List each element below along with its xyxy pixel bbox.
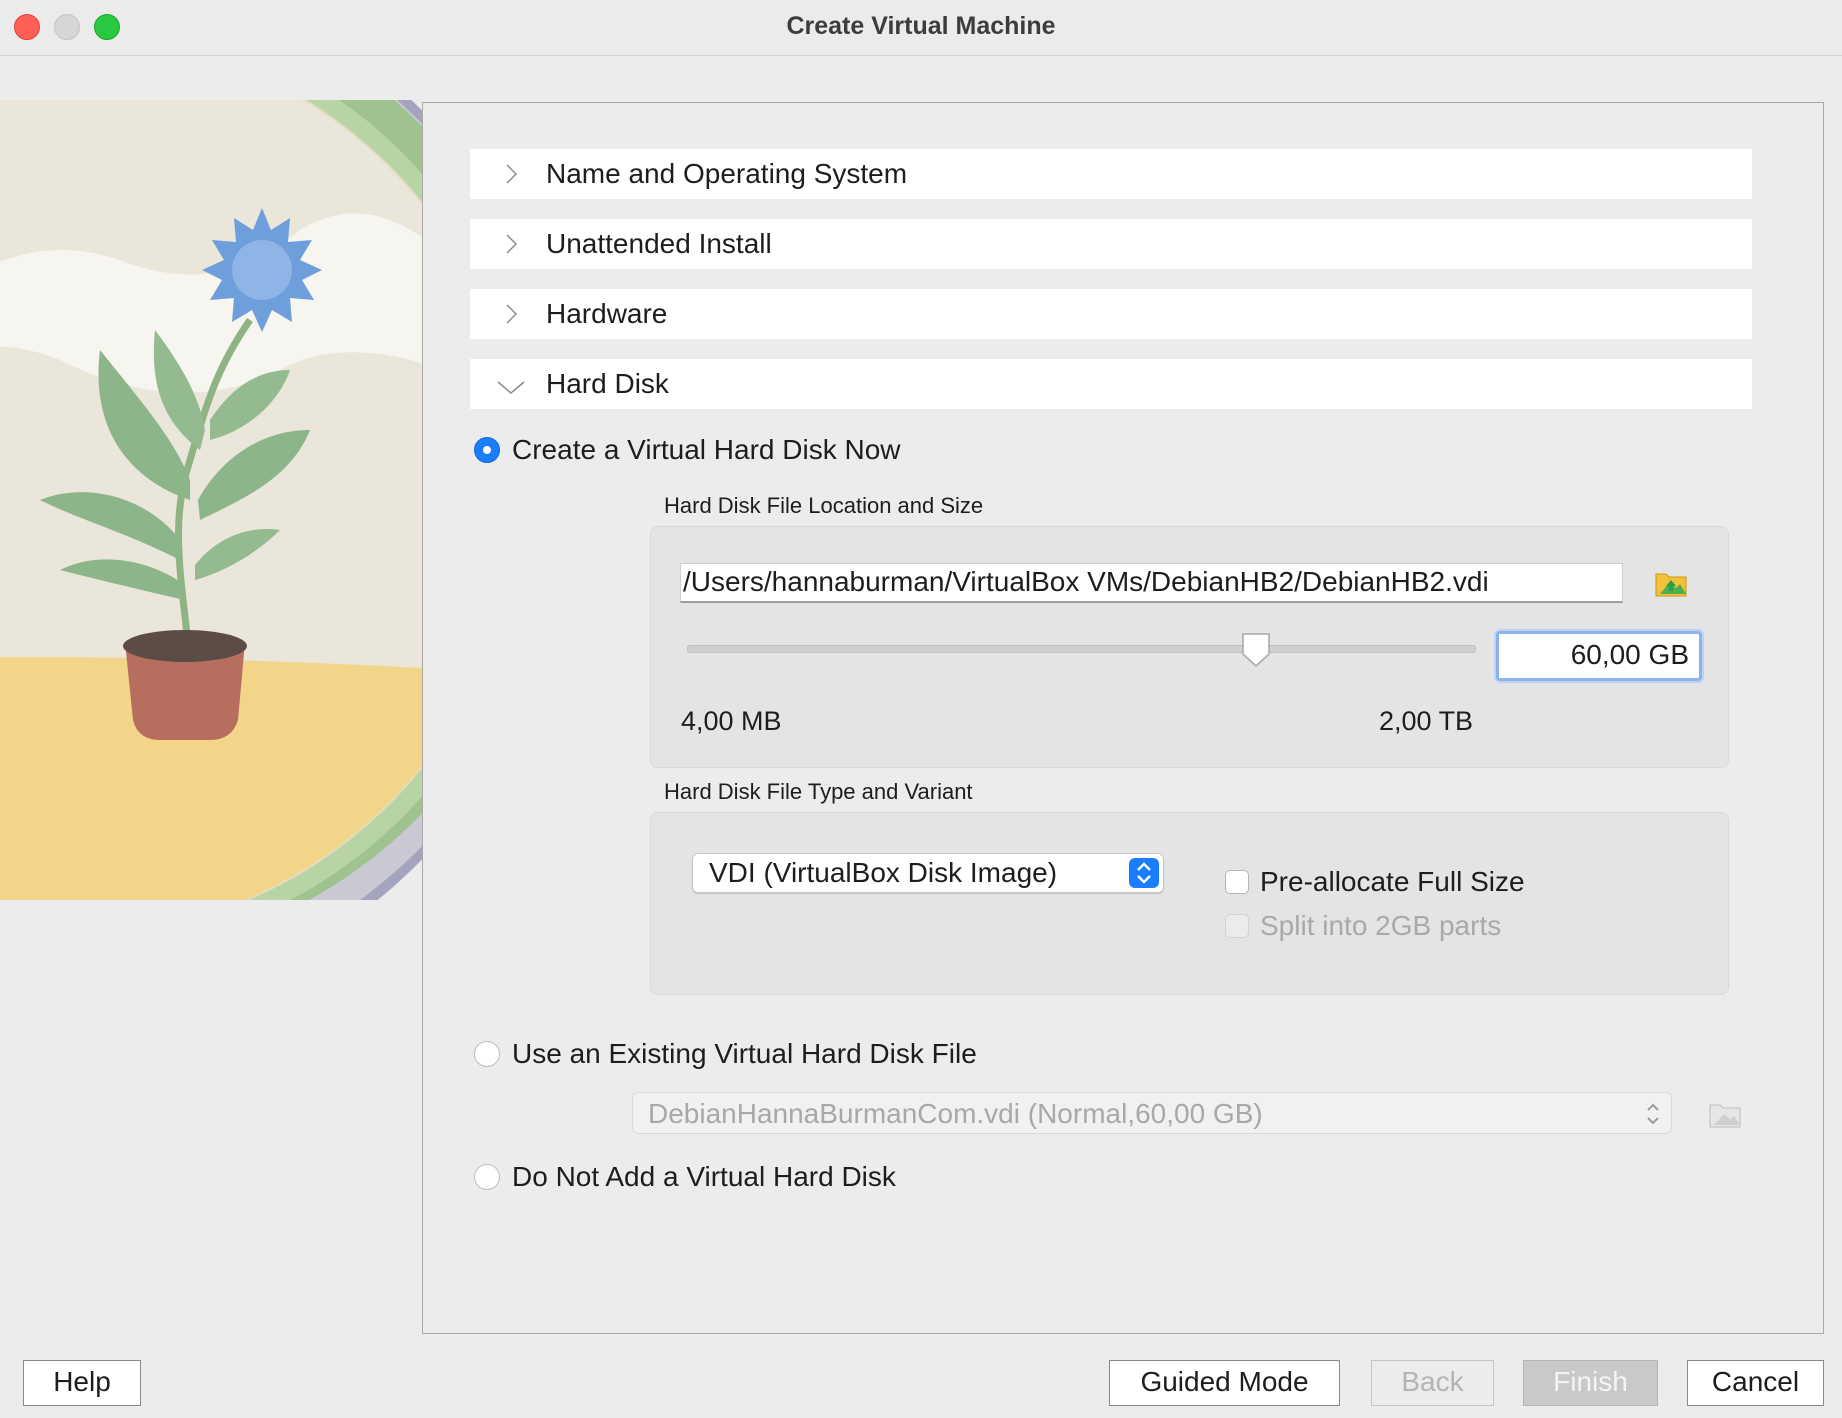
chevron-down-icon: [497, 381, 525, 394]
cancel-button[interactable]: Cancel: [1687, 1360, 1824, 1406]
do-not-add-label[interactable]: Do Not Add a Virtual Hard Disk: [512, 1161, 896, 1193]
use-existing-label[interactable]: Use an Existing Virtual Hard Disk File: [512, 1038, 977, 1070]
disk-size-input[interactable]: 60,00 GB: [1496, 631, 1702, 681]
split-checkbox: [1225, 914, 1249, 938]
size-min-label: 4,00 MB: [681, 706, 782, 736]
existing-disk-value: DebianHannaBurmanCom.vdi (Normal,60,00 G…: [648, 1098, 1263, 1129]
file-path-input[interactable]: /Users/hannaburman/VirtualBox VMs/Debian…: [680, 563, 1623, 603]
use-existing-radio[interactable]: [474, 1041, 500, 1067]
chevron-right-icon: [506, 304, 518, 324]
create-disk-label[interactable]: Create a Virtual Hard Disk Now: [512, 434, 901, 466]
chevron-right-icon: [506, 234, 518, 254]
section-hard-disk[interactable]: Hard Disk: [470, 359, 1752, 409]
type-group-title: Hard Disk File Type and Variant: [664, 779, 973, 804]
preallocate-checkbox[interactable]: [1225, 870, 1249, 894]
disk-size-slider-track[interactable]: [687, 645, 1476, 653]
folder-icon[interactable]: [1654, 566, 1688, 600]
window-title: Create Virtual Machine: [786, 12, 1056, 40]
type-groupbox: [650, 812, 1729, 995]
size-max-label: 2,00 TB: [1379, 706, 1474, 736]
up-down-arrows-icon: [1647, 1103, 1659, 1125]
up-down-arrows-icon: [1129, 858, 1159, 888]
folder-icon: [1709, 1104, 1741, 1128]
section-label: Name and Operating System: [546, 158, 908, 189]
split-label: Split into 2GB parts: [1260, 910, 1502, 941]
do-not-add-radio[interactable]: [474, 1164, 500, 1190]
help-button[interactable]: Help: [23, 1360, 141, 1406]
section-label: Unattended Install: [546, 228, 772, 259]
section-name-and-os[interactable]: Name and Operating System: [470, 149, 1752, 199]
location-group-title: Hard Disk File Location and Size: [664, 493, 984, 518]
existing-disk-select: DebianHannaBurmanCom.vdi (Normal,60,00 G…: [632, 1092, 1672, 1134]
preallocate-label[interactable]: Pre-allocate Full Size: [1260, 866, 1525, 898]
title-bar: Create Virtual Machine: [0, 0, 1842, 56]
file-type-select[interactable]: VDI (VirtualBox Disk Image): [692, 853, 1164, 893]
file-type-value: VDI (VirtualBox Disk Image): [709, 857, 1058, 888]
back-button: Back: [1371, 1360, 1494, 1406]
section-label: Hard Disk: [546, 368, 669, 399]
section-label: Hardware: [546, 298, 668, 329]
chevron-right-icon: [506, 164, 518, 184]
disk-size-slider-thumb[interactable]: [1241, 632, 1271, 668]
finish-button: Finish: [1523, 1360, 1658, 1406]
create-disk-radio[interactable]: [474, 437, 500, 463]
section-hardware[interactable]: Hardware: [470, 289, 1752, 339]
guided-mode-button[interactable]: Guided Mode: [1109, 1360, 1340, 1406]
section-unattended-install[interactable]: Unattended Install: [470, 219, 1752, 269]
